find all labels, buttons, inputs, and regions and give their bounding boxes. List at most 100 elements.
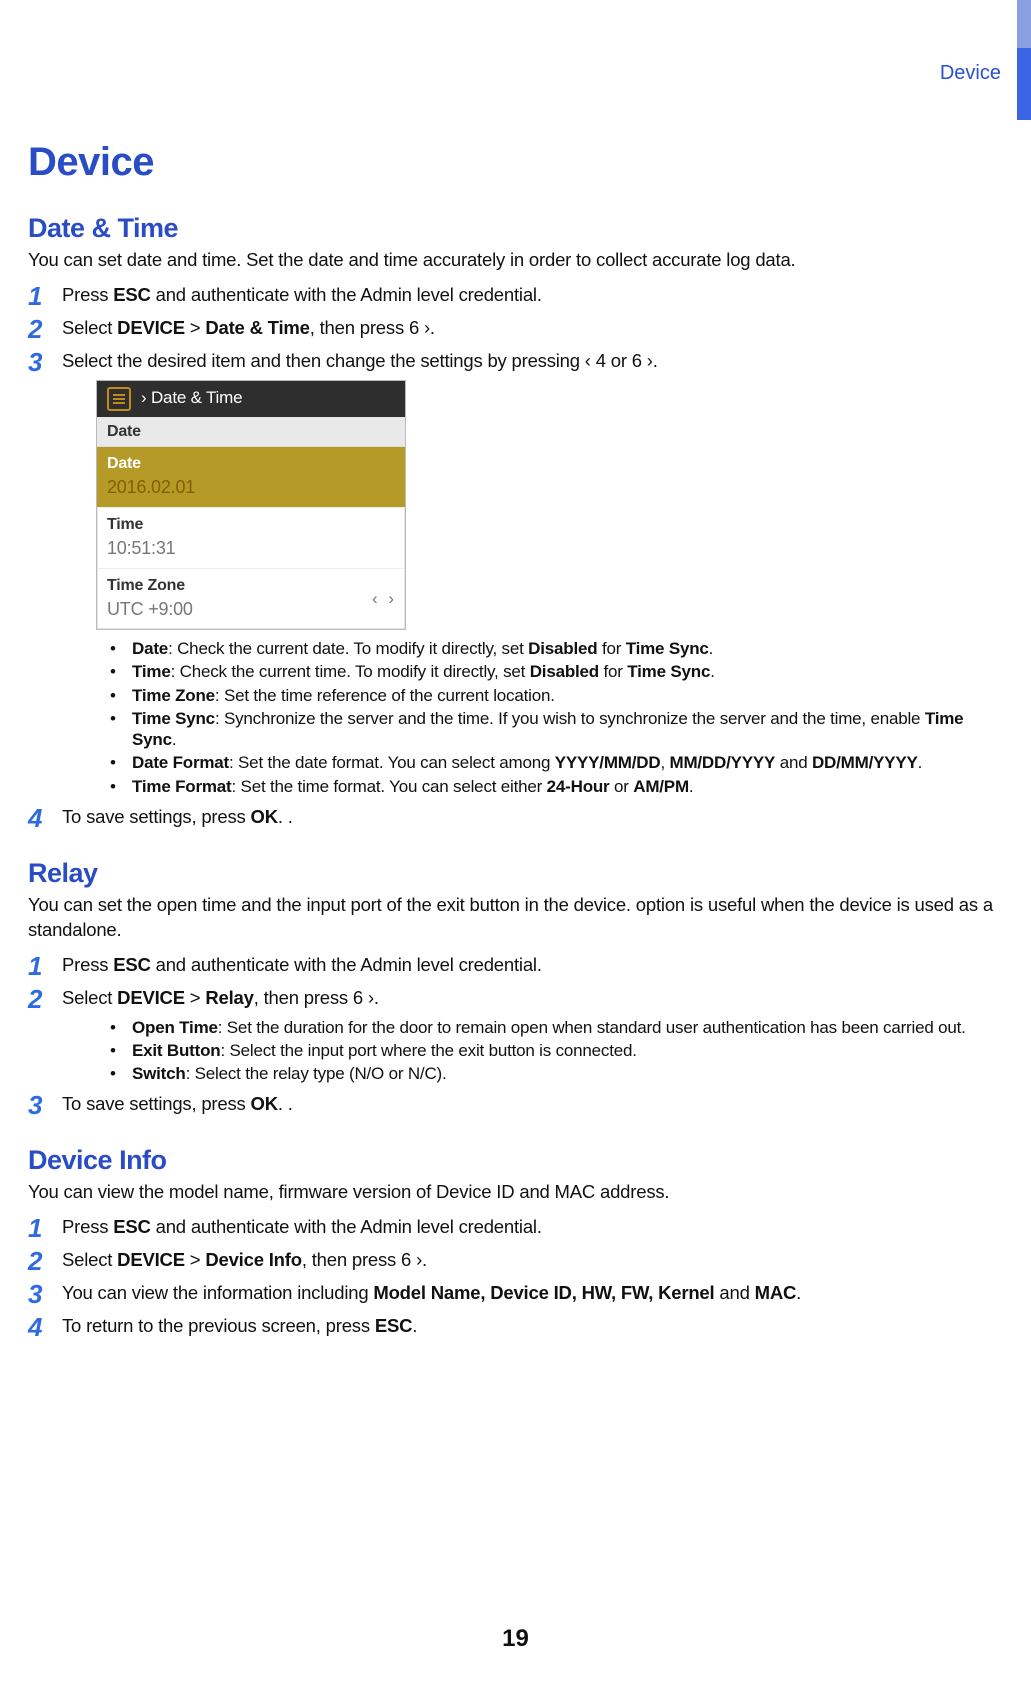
- opt-bold: MM/DD/YYYY: [669, 753, 775, 772]
- step-text: You can view the information including: [62, 1282, 373, 1303]
- step-text: Select the desired item and then change …: [62, 350, 658, 371]
- step-text-bold: ESC: [113, 1216, 150, 1237]
- opt-bold: AM/PM: [633, 777, 689, 796]
- step-text: .: [412, 1315, 417, 1336]
- opt-text: : Set the date format. You can select am…: [229, 753, 555, 772]
- opt-text: .: [172, 730, 177, 749]
- opt-bold: DD/MM/YYYY: [812, 753, 918, 772]
- option-item: Time Sync: Synchronize the server and th…: [102, 708, 1003, 751]
- opt-term: Date Format: [132, 753, 229, 772]
- step-text: To save settings, press: [62, 806, 251, 827]
- step-text: Press: [62, 284, 113, 305]
- step-text: . .: [278, 1093, 293, 1114]
- steps-date-time: 1 Press ESC and authenticate with the Ad…: [28, 283, 1003, 830]
- opt-text: .: [918, 753, 923, 772]
- step-number: 2: [28, 982, 42, 1017]
- option-item: Time: Check the current time. To modify …: [102, 661, 1003, 682]
- step-text-bold: ESC: [113, 284, 150, 305]
- step-text: , then press 6 ›.: [310, 317, 435, 338]
- step-number: 2: [28, 312, 42, 347]
- page: Device Device Date & Time You can set da…: [0, 0, 1031, 1687]
- step-text-bold: ESC: [375, 1315, 412, 1336]
- step-text-bold: Model Name, Device ID, HW, FW, Kernel: [373, 1282, 714, 1303]
- chevron-left-right-icon: ‹ ›: [372, 588, 405, 611]
- step-text: and: [714, 1282, 754, 1303]
- opt-text: .: [710, 662, 715, 681]
- page-title: Device: [28, 140, 1003, 185]
- device-screenshot: › Date & Time Date Date 2016.02.01 Time …: [96, 380, 406, 630]
- screenshot-tz-label: Time Zone: [97, 569, 372, 597]
- opt-term: Switch: [132, 1064, 186, 1083]
- opt-text: .: [689, 777, 694, 796]
- steps-device-info: 1 Press ESC and authenticate with the Ad…: [28, 1215, 1003, 1339]
- step-text-bold: Device Info: [205, 1249, 302, 1270]
- options-list-date-time: Date: Check the current date. To modify …: [102, 638, 1003, 797]
- step-number: 4: [28, 1310, 42, 1345]
- step-number: 1: [28, 1211, 42, 1246]
- step: 4 To save settings, press OK. .: [28, 805, 1003, 830]
- step-number: 3: [28, 1088, 42, 1123]
- opt-text: : Check the current time. To modify it d…: [171, 662, 530, 681]
- opt-bold: YYYY/MM/DD: [555, 753, 661, 772]
- opt-term: Time Zone: [132, 686, 215, 705]
- screenshot-titlebar: › Date & Time: [97, 381, 405, 417]
- opt-term: Time Format: [132, 777, 232, 796]
- opt-bold: Disabled: [530, 662, 599, 681]
- running-header: Device: [940, 62, 1001, 85]
- step: 1 Press ESC and authenticate with the Ad…: [28, 953, 1003, 978]
- page-number: 19: [0, 1625, 1031, 1653]
- opt-term: Open Time: [132, 1018, 218, 1037]
- step: 2 Select DEVICE > Date & Time, then pres…: [28, 316, 1003, 341]
- step-text-bold: DEVICE: [117, 987, 185, 1008]
- option-item: Open Time: Set the duration for the door…: [102, 1017, 1003, 1038]
- step-number: 2: [28, 1244, 42, 1279]
- step: 1 Press ESC and authenticate with the Ad…: [28, 283, 1003, 308]
- section-intro-relay: You can set the open time and the input …: [28, 893, 1003, 943]
- step-text-bold: OK: [251, 1093, 278, 1114]
- step-text-bold: Relay: [205, 987, 253, 1008]
- screenshot-time-label: Time: [97, 508, 405, 536]
- step-text: Select: [62, 1249, 117, 1270]
- step-text: and authenticate with the Admin level cr…: [151, 1216, 542, 1237]
- step-text: and authenticate with the Admin level cr…: [151, 284, 542, 305]
- screenshot-date-value: 2016.02.01: [97, 475, 405, 508]
- step: 4 To return to the previous screen, pres…: [28, 1314, 1003, 1339]
- opt-text: : Select the input port where the exit b…: [220, 1041, 636, 1060]
- opt-text: : Set the duration for the door to remai…: [218, 1018, 966, 1037]
- step-text: . .: [278, 806, 293, 827]
- step: 2 Select DEVICE > Device Info, then pres…: [28, 1248, 1003, 1273]
- step-number: 3: [28, 1277, 42, 1312]
- opt-bold: Time Sync: [626, 639, 709, 658]
- step-text: Select: [62, 987, 117, 1008]
- step-number: 3: [28, 345, 42, 380]
- step: 3 To save settings, press OK. .: [28, 1092, 1003, 1117]
- step-text: >: [185, 1249, 205, 1270]
- step: 3 Select the desired item and then chang…: [28, 349, 1003, 797]
- option-item: Switch: Select the relay type (N/O or N/…: [102, 1063, 1003, 1084]
- step-text: To save settings, press: [62, 1093, 251, 1114]
- header-accent-stripe: [1017, 0, 1031, 120]
- step-text: .: [796, 1282, 801, 1303]
- opt-bold: Time Sync: [627, 662, 710, 681]
- step: 1 Press ESC and authenticate with the Ad…: [28, 1215, 1003, 1240]
- option-item: Time Zone: Set the time reference of the…: [102, 685, 1003, 706]
- screenshot-time-value: 10:51:31: [97, 536, 405, 569]
- option-item: Time Format: Set the time format. You ca…: [102, 776, 1003, 797]
- opt-text: and: [775, 753, 812, 772]
- opt-text: for: [597, 639, 625, 658]
- steps-relay: 1 Press ESC and authenticate with the Ad…: [28, 953, 1003, 1118]
- opt-term: Date: [132, 639, 168, 658]
- opt-text: or: [609, 777, 633, 796]
- screenshot-title: › Date & Time: [141, 387, 242, 410]
- step-text-bold: MAC: [755, 1282, 797, 1303]
- opt-text: : Check the current date. To modify it d…: [168, 639, 528, 658]
- step-text: >: [185, 987, 205, 1008]
- opt-term: Time: [132, 662, 171, 681]
- step-text: , then press 6 ›.: [254, 987, 379, 1008]
- step-text-bold: OK: [251, 806, 278, 827]
- step-number: 1: [28, 949, 42, 984]
- step-number: 4: [28, 801, 42, 836]
- opt-text: for: [599, 662, 627, 681]
- section-intro-date-time: You can set date and time. Set the date …: [28, 248, 1003, 273]
- step-text-bold: DEVICE: [117, 317, 185, 338]
